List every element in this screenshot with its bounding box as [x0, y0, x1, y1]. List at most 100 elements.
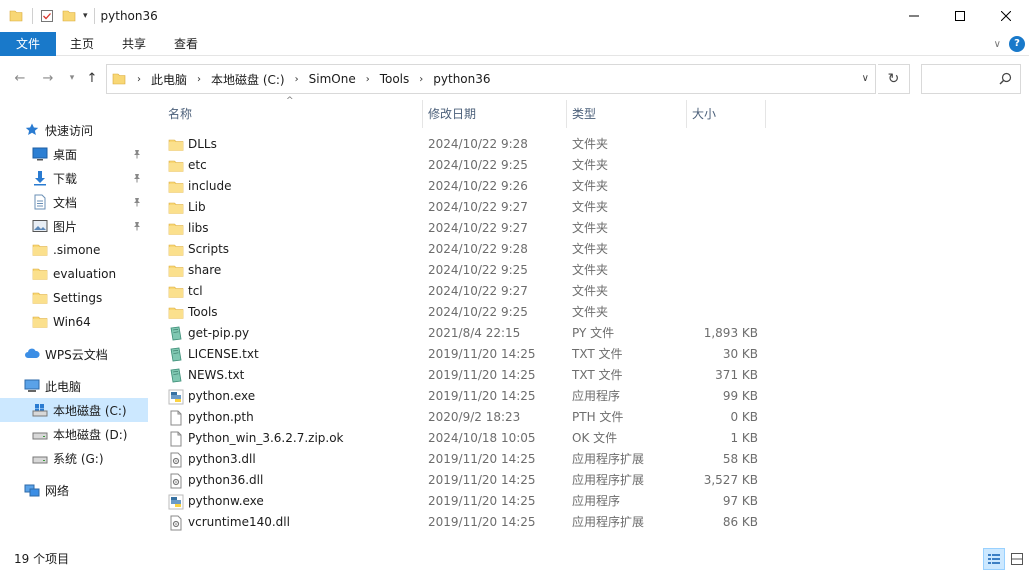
desktop-icon — [32, 146, 48, 162]
chevron-right-icon[interactable]: › — [295, 74, 299, 85]
sidebar-item[interactable]: 下载 — [0, 166, 148, 190]
minimize-button[interactable] — [891, 0, 937, 32]
refresh-icon: ↻ — [887, 71, 900, 87]
search-icon — [999, 72, 1012, 88]
folder-icon — [32, 290, 48, 306]
sidebar-item[interactable]: .simone — [0, 238, 148, 262]
tab-view[interactable]: 查看 — [160, 32, 212, 56]
table-row[interactable]: Tools 2024/10/22 9:25 文件夹 — [162, 302, 766, 323]
forward-arrow-icon[interactable]: → — [40, 70, 56, 86]
file-date: 2024/10/22 9:27 — [428, 221, 528, 235]
file-name: get-pip.py — [188, 326, 250, 340]
sidebar-item[interactable]: evaluation — [0, 262, 148, 286]
sidebar-item[interactable]: Settings — [0, 286, 148, 310]
recent-locations-chevron-icon[interactable]: ▾ — [64, 70, 80, 86]
table-row[interactable]: Lib 2024/10/22 9:27 文件夹 — [162, 197, 766, 218]
table-row[interactable]: python3.dll 2019/11/20 14:25 应用程序扩展 58 KB — [162, 449, 766, 470]
dll-file-icon — [168, 473, 184, 489]
breadcrumb-simone[interactable]: SimOne — [309, 72, 356, 86]
file-name: etc — [188, 158, 207, 172]
table-row[interactable]: etc 2024/10/22 9:25 文件夹 — [162, 155, 766, 176]
dll-file-icon — [168, 452, 184, 468]
sidebar-item[interactable]: 此电脑 — [0, 374, 148, 398]
tab-home[interactable]: 主页 — [56, 32, 108, 56]
file-type: TXT 文件 — [572, 368, 623, 382]
customize-toolbar-chevron-icon[interactable]: ▾ — [83, 11, 88, 21]
column-header-date[interactable]: 修改日期 — [422, 100, 566, 128]
table-row[interactable]: include 2024/10/22 9:26 文件夹 — [162, 176, 766, 197]
address-bar[interactable]: › 此电脑 › 本地磁盘 (C:) › SimOne › Tools › pyt… — [106, 64, 876, 94]
back-arrow-icon[interactable]: ← — [12, 70, 28, 86]
close-button[interactable] — [983, 0, 1029, 32]
maximize-button[interactable] — [937, 0, 983, 32]
quick-access-toolbar: ▾ python36 — [0, 0, 158, 32]
table-row[interactable]: pythonw.exe 2019/11/20 14:25 应用程序 97 KB — [162, 491, 766, 512]
file-size — [692, 197, 758, 218]
column-divider[interactable] — [765, 100, 766, 128]
table-row[interactable]: libs 2024/10/22 9:27 文件夹 — [162, 218, 766, 239]
file-name: LICENSE.txt — [188, 347, 259, 361]
refresh-button[interactable]: ↻ — [878, 64, 910, 94]
properties-icon[interactable] — [39, 8, 55, 24]
table-row[interactable]: python.pth 2020/9/2 18:23 PTH 文件 0 KB — [162, 407, 766, 428]
file-name: pythonw.exe — [188, 494, 264, 508]
sidebar-item[interactable]: 本地磁盘 (C:) — [0, 398, 148, 422]
sidebar-item[interactable]: 文档 — [0, 190, 148, 214]
table-row[interactable]: DLLs 2024/10/22 9:28 文件夹 — [162, 134, 766, 155]
table-row[interactable]: python36.dll 2019/11/20 14:25 应用程序扩展 3,527 … — [162, 470, 766, 491]
sidebar-item[interactable]: 桌面 — [0, 142, 148, 166]
table-row[interactable]: get-pip.py 2021/8/4 22:15 PY 文件 1,893 KB — [162, 323, 766, 344]
column-header-size[interactable]: 大小 — [686, 100, 766, 128]
folder-icon[interactable] — [8, 8, 24, 24]
status-bar: 19 个项目 — [0, 546, 1029, 571]
table-row[interactable]: tcl 2024/10/22 9:27 文件夹 — [162, 281, 766, 302]
up-arrow-icon[interactable]: ↑ — [84, 70, 100, 86]
sidebar-item[interactable]: WPS云文档 — [0, 342, 148, 366]
sidebar-item[interactable]: 本地磁盘 (D:) — [0, 422, 148, 446]
table-row[interactable]: Scripts 2024/10/22 9:28 文件夹 — [162, 239, 766, 260]
address-history-chevron-icon[interactable]: ∨ — [862, 73, 869, 84]
sidebar-item[interactable]: 网络 — [0, 478, 148, 502]
column-header-type[interactable]: 类型 — [566, 100, 686, 128]
breadcrumb-tools[interactable]: Tools — [380, 72, 410, 86]
chevron-right-icon[interactable]: › — [366, 74, 370, 85]
file-size: 58 KB — [722, 452, 758, 466]
sidebar-item-label: 桌面 — [53, 147, 78, 162]
file-date: 2024/10/22 9:27 — [428, 284, 528, 298]
new-folder-icon[interactable] — [61, 8, 77, 24]
large-icons-view-button[interactable] — [1006, 548, 1028, 570]
chevron-right-icon[interactable]: › — [419, 74, 423, 85]
breadcrumb-local-disk-c[interactable]: 本地磁盘 (C:) — [211, 71, 285, 88]
network-icon — [24, 482, 40, 498]
table-row[interactable]: vcruntime140.dll 2019/11/20 14:25 应用程序扩展 86… — [162, 512, 766, 533]
chevron-right-icon[interactable]: › — [137, 74, 141, 85]
file-size — [692, 239, 758, 260]
table-row[interactable]: share 2024/10/22 9:25 文件夹 — [162, 260, 766, 281]
table-row[interactable]: python.exe 2019/11/20 14:25 应用程序 99 KB — [162, 386, 766, 407]
sidebar-item[interactable]: 快速访问 — [0, 118, 148, 142]
file-name: libs — [188, 221, 209, 235]
tab-file[interactable]: 文件 — [0, 31, 56, 56]
sidebar-item[interactable]: 系统 (G:) — [0, 446, 148, 470]
file-date: 2024/10/22 9:25 — [428, 263, 528, 277]
search-input[interactable] — [921, 64, 1021, 94]
table-row[interactable]: Python_win_3.6.2.7.zip.ok 2024/10/18 10:0… — [162, 428, 766, 449]
table-row[interactable]: NEWS.txt 2019/11/20 14:25 TXT 文件 371 KB — [162, 365, 766, 386]
file-size — [692, 302, 758, 323]
sidebar-item-label: evaluation — [53, 267, 117, 281]
details-view-button[interactable] — [983, 548, 1005, 570]
sidebar-item[interactable]: Win64 — [0, 310, 148, 334]
breadcrumb-this-pc[interactable]: 此电脑 — [151, 71, 187, 88]
file-name: vcruntime140.dll — [188, 515, 290, 529]
breadcrumb-python36[interactable]: python36 — [433, 72, 490, 86]
expand-ribbon-chevron-icon[interactable]: ∨ — [994, 39, 1001, 50]
sidebar-item[interactable]: 图片 — [0, 214, 148, 238]
chevron-right-icon[interactable]: › — [197, 74, 201, 85]
folder-icon — [111, 71, 127, 87]
file-type: 应用程序 — [572, 389, 621, 403]
table-row[interactable]: LICENSE.txt 2019/11/20 14:25 TXT 文件 30 KB — [162, 344, 766, 365]
file-size — [692, 134, 758, 155]
folder-icon — [168, 158, 184, 174]
help-icon[interactable]: ? — [1009, 36, 1025, 52]
tab-share[interactable]: 共享 — [108, 32, 160, 56]
